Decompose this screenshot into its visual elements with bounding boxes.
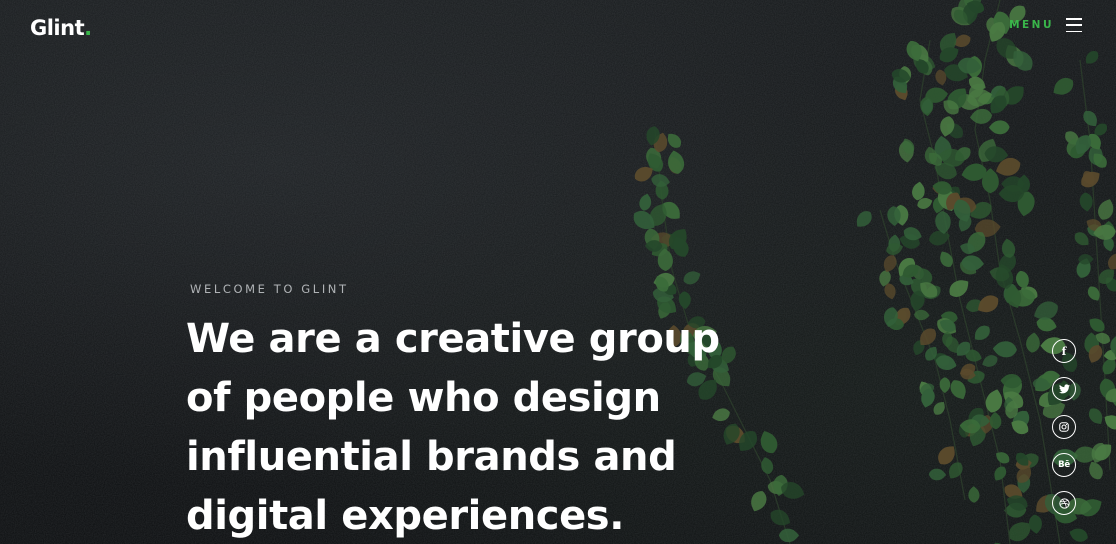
facebook-link[interactable]: f — [1052, 339, 1076, 363]
instagram-link[interactable] — [1052, 415, 1076, 439]
social-links: f Bē — [1052, 339, 1076, 515]
ivy-leaf — [992, 340, 1018, 358]
ivy-leaf — [934, 210, 952, 235]
hero-eyebrow: WELCOME TO GLINT — [190, 282, 349, 296]
ivy-leaf — [852, 207, 876, 231]
ivy-leaf — [1028, 513, 1043, 535]
logo-dot: . — [84, 16, 92, 40]
headline-line: digital experiences. — [186, 493, 625, 539]
ivy-leaf — [1078, 191, 1094, 213]
ivy-leaf — [681, 268, 703, 288]
ivy-leaf — [1049, 74, 1077, 100]
twitter-icon — [1058, 384, 1070, 394]
ivy-leaf — [993, 449, 1012, 466]
ivy-leaf — [1095, 196, 1116, 223]
menu-label: MENU — [1009, 19, 1054, 31]
ivy-leaf — [969, 107, 993, 126]
ivy-leaf — [1086, 314, 1108, 335]
ivy-leaf — [637, 192, 654, 212]
ivy-leaf — [947, 377, 970, 403]
dribbble-link[interactable] — [1052, 491, 1076, 515]
headline-line: We are a creative group — [186, 316, 720, 362]
ivy-leaf — [678, 290, 692, 310]
ivy-leaf — [1077, 167, 1104, 191]
site-logo[interactable]: Glint. — [30, 16, 92, 40]
ivy-leaf — [928, 468, 947, 481]
ivy-leaf — [1101, 411, 1116, 433]
ivy-leaf — [1085, 405, 1107, 428]
ivy-leaf — [991, 463, 1009, 484]
ivy-leaf — [665, 149, 686, 176]
ivy-leaf — [1025, 331, 1042, 354]
hamburger-icon — [1066, 18, 1082, 32]
ivy-leaf — [650, 172, 671, 189]
behance-icon: Bē — [1058, 460, 1070, 470]
ivy-leaf — [988, 120, 1010, 135]
twitter-link[interactable] — [1052, 377, 1076, 401]
ivy-leaf — [1082, 48, 1102, 68]
ivy-leaf — [983, 387, 1006, 415]
ivy-leaf — [980, 352, 1000, 370]
ivy-leaf — [989, 540, 1009, 544]
facebook-icon: f — [1061, 344, 1067, 358]
ivy-leaf — [1104, 249, 1116, 273]
ivy-leaf — [1067, 525, 1090, 544]
headline-line: of people who design — [186, 375, 661, 421]
ivy-leaf — [970, 322, 994, 345]
behance-link[interactable]: Bē — [1052, 453, 1076, 477]
logo-text: Glint — [30, 16, 85, 40]
dribbble-icon — [1058, 497, 1070, 509]
headline-line: influential brands and — [186, 434, 677, 480]
ivy-leaf — [910, 180, 926, 202]
ivy-leaf — [939, 377, 951, 393]
ivy-leaf — [968, 486, 980, 503]
menu-toggle-button[interactable]: MENU — [1009, 18, 1082, 32]
ivy-leaf — [884, 241, 905, 257]
ivy-leaf — [927, 228, 952, 248]
instagram-icon — [1059, 422, 1069, 432]
hero-headline: We are a creative group of people who de… — [186, 310, 806, 544]
